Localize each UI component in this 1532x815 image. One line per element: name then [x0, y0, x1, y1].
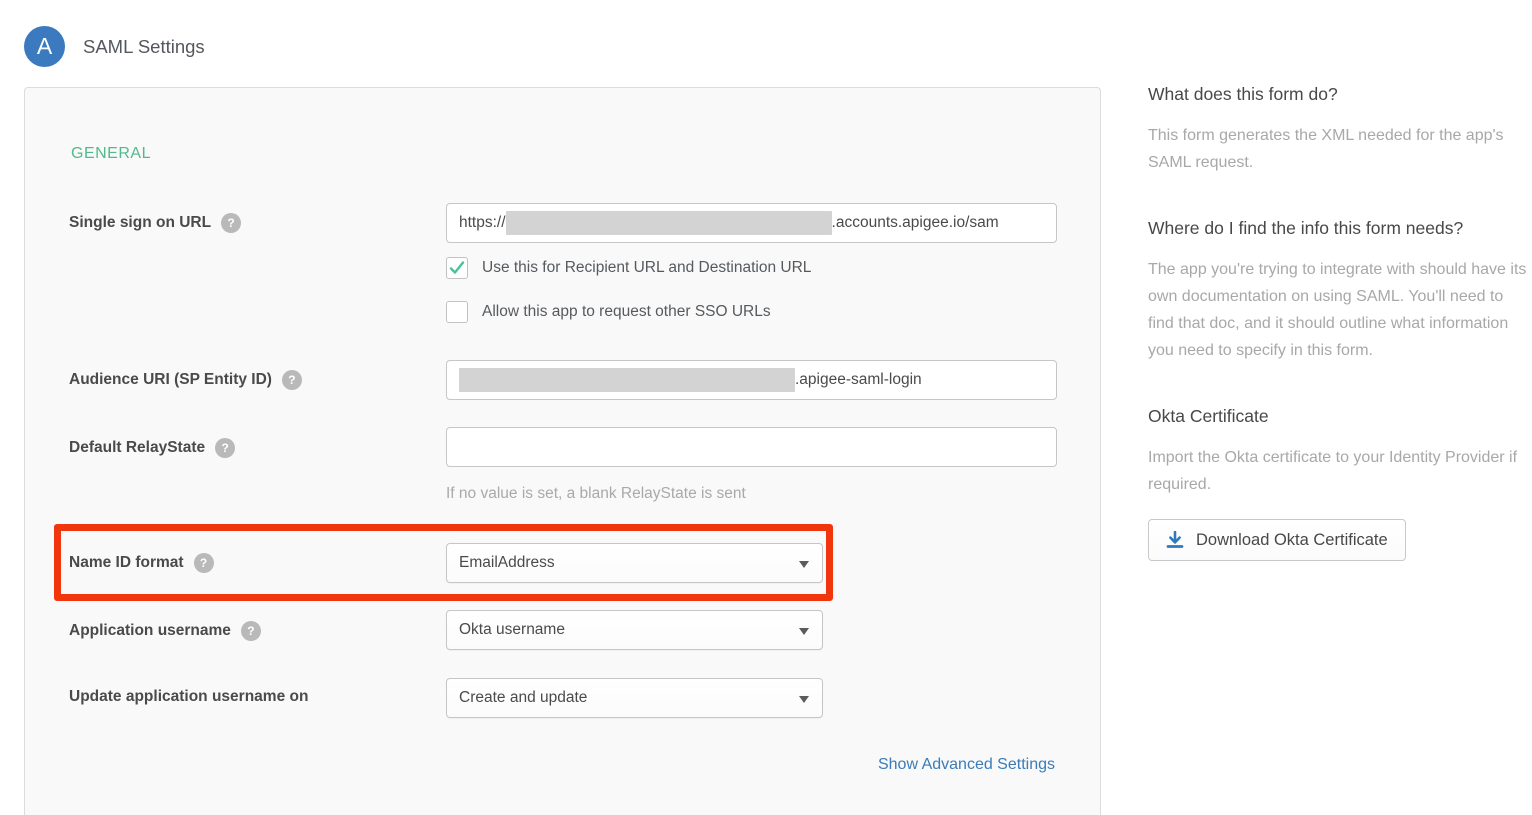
audience-uri-value-suffix: .apigee-saml-login [795, 361, 922, 399]
relay-state-label-text: Default RelayState [69, 439, 205, 457]
sidebar-heading-find-info: Where do I find the info this form needs… [1148, 218, 1532, 239]
sidebar-heading-okta-certificate: Okta Certificate [1148, 406, 1532, 427]
update-username-value: Create and update [459, 679, 587, 717]
app-username-select[interactable]: Okta username [446, 610, 823, 650]
sso-url-redacted-value [506, 211, 832, 235]
sso-url-label-text: Single sign on URL [69, 214, 211, 232]
name-id-format-value: EmailAddress [459, 544, 555, 582]
update-username-label: Update application username on [69, 688, 308, 706]
sso-url-help-icon[interactable]: ? [221, 213, 241, 233]
other-sso-checkbox-row: Allow this app to request other SSO URLs [446, 301, 771, 323]
name-id-format-help-icon[interactable]: ? [194, 553, 214, 573]
audience-uri-input[interactable]: .apigee-saml-login [446, 360, 1057, 400]
sidebar-text-okta-certificate: Import the Okta certificate to your Iden… [1148, 444, 1532, 498]
sso-url-value-suffix: .accounts.apigee.io/sam [832, 204, 999, 242]
saml-settings-panel: GENERAL Single sign on URL ? https:// .a… [24, 87, 1101, 815]
sidebar-text-form-purpose: This form generates the XML needed for t… [1148, 122, 1532, 176]
chevron-down-icon [799, 696, 809, 703]
help-sidebar: What does this form do? This form genera… [1148, 0, 1532, 561]
update-username-label-text: Update application username on [69, 688, 308, 706]
relay-state-hint: If no value is set, a blank RelayState i… [446, 485, 746, 503]
sso-url-input[interactable]: https:// .accounts.apigee.io/sam [446, 203, 1057, 243]
recipient-url-checkbox-row: Use this for Recipient URL and Destinati… [446, 257, 811, 279]
chevron-down-icon [799, 561, 809, 568]
audience-uri-label: Audience URI (SP Entity ID) ? [69, 370, 302, 390]
audience-uri-redacted-value [459, 368, 795, 392]
checkmark-icon [449, 261, 465, 275]
app-username-help-icon[interactable]: ? [241, 621, 261, 641]
relay-state-input[interactable] [446, 427, 1057, 467]
download-button-label: Download Okta Certificate [1196, 531, 1388, 550]
step-a-badge: A [24, 26, 65, 67]
update-username-select[interactable]: Create and update [446, 678, 823, 718]
audience-uri-label-text: Audience URI (SP Entity ID) [69, 371, 272, 389]
download-icon [1166, 531, 1184, 549]
sidebar-text-find-info: The app you're trying to integrate with … [1148, 256, 1532, 364]
other-sso-checkbox[interactable] [446, 301, 468, 323]
sso-url-value-prefix: https:// [459, 204, 506, 242]
name-id-format-label: Name ID format ? [69, 553, 214, 573]
app-username-label-text: Application username [69, 622, 231, 640]
step-a-badge-letter: A [37, 33, 52, 59]
name-id-format-label-text: Name ID format [69, 554, 184, 572]
sso-url-label: Single sign on URL ? [69, 213, 241, 233]
app-username-label: Application username ? [69, 621, 261, 641]
chevron-down-icon [799, 628, 809, 635]
show-advanced-settings-link[interactable]: Show Advanced Settings [878, 756, 1055, 774]
saml-settings-page: A SAML Settings GENERAL Single sign on U… [0, 0, 1532, 815]
audience-uri-help-icon[interactable]: ? [282, 370, 302, 390]
app-username-value: Okta username [459, 611, 565, 649]
name-id-format-select[interactable]: EmailAddress [446, 543, 823, 583]
relay-state-help-icon[interactable]: ? [215, 438, 235, 458]
download-okta-certificate-button[interactable]: Download Okta Certificate [1148, 519, 1406, 561]
relay-state-label: Default RelayState ? [69, 438, 235, 458]
other-sso-checkbox-label[interactable]: Allow this app to request other SSO URLs [482, 303, 771, 321]
general-section-title: GENERAL [71, 145, 151, 163]
recipient-url-checkbox[interactable] [446, 257, 468, 279]
sidebar-heading-form-purpose: What does this form do? [1148, 84, 1532, 105]
recipient-url-checkbox-label[interactable]: Use this for Recipient URL and Destinati… [482, 259, 811, 277]
page-title: SAML Settings [83, 36, 205, 58]
